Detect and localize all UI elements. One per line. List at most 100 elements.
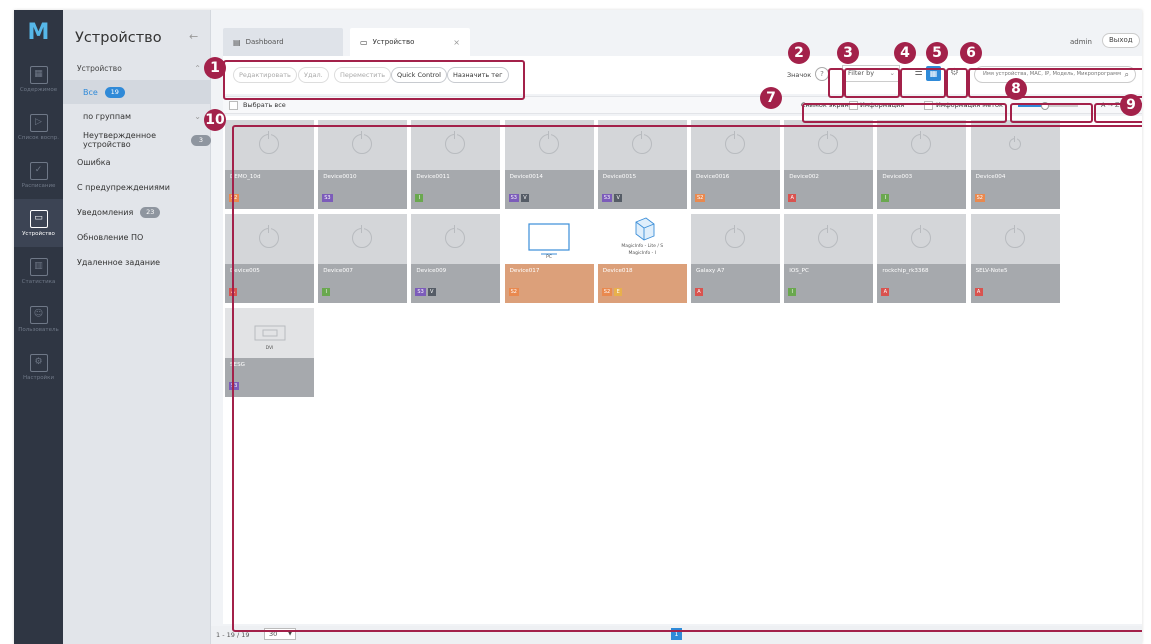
list-view-icon[interactable]: ☰ [911, 66, 926, 81]
sidebar-item-remote-job[interactable]: Удаленное задание [63, 250, 211, 274]
device-tags: A [974, 288, 983, 296]
device-name: Device0016 [696, 174, 730, 180]
device-card[interactable]: Device003 I [877, 120, 967, 209]
sidebar-item-by-group[interactable]: по группам ⌄ [63, 104, 211, 128]
device-card[interactable]: Galaxy A7 A [691, 214, 780, 303]
sort-toggle[interactable]: A → Z [1101, 101, 1119, 109]
device-card[interactable]: Device0014 S3 V [504, 120, 594, 209]
device-card[interactable]: DEMO_10d S2 [225, 120, 314, 209]
search-icon[interactable]: ⌕ [1125, 67, 1129, 82]
device-tags: I [881, 194, 890, 202]
device-card[interactable]: MagicInfo - Lite / S MagicInfo - I Device0… [597, 214, 687, 303]
nav-device[interactable]: ▭ Устройство [14, 199, 63, 247]
page-button[interactable]: 1 [671, 628, 682, 640]
nav-user[interactable]: ☺ Пользователь [14, 295, 63, 343]
sidebar-item-notifications[interactable]: Уведомления 23 [63, 200, 211, 224]
device-type-badge: A [881, 288, 890, 296]
main-panel: ▤ Dashboard ▭ Устройство × admin Выход Реда… [211, 10, 1142, 644]
assign-tag-button[interactable]: Назначить тег [447, 67, 509, 83]
screenshot-checkbox[interactable] [849, 101, 858, 110]
device-icon: ▭ [29, 209, 48, 228]
quick-control-button[interactable]: Quick Control [391, 67, 447, 83]
sidebar-item-device[interactable]: Устройство ⌃ [63, 56, 211, 80]
chevron-down-icon: ⌄ [194, 111, 201, 121]
sidebar-item-error[interactable]: Ошибка [63, 150, 211, 174]
device-card[interactable]: Device004 S2 [970, 120, 1060, 209]
move-button[interactable]: Переместить [334, 67, 392, 83]
callout-number-1: 1 [204, 57, 226, 79]
device-type-badge: A [974, 288, 983, 296]
device-card[interactable]: rockchip_rk3368 A [877, 214, 967, 303]
device-thumbnail [318, 120, 408, 170]
callout-number-2: 2 [788, 42, 810, 64]
device-tags: S2 E [601, 288, 623, 296]
slider-knob[interactable] [1041, 102, 1049, 110]
device-card[interactable]: Device0015 S3 V [597, 120, 687, 209]
device-name: Device003 [882, 174, 913, 180]
collapse-icon[interactable]: ← [189, 30, 198, 43]
callout-number-4: 4 [894, 42, 916, 64]
device-card[interactable]: Device005 A [225, 214, 314, 303]
nav-schedule[interactable]: ✓ Расписание [14, 151, 63, 199]
delete-button[interactable]: Удал. [298, 67, 329, 83]
settings-icon: ⚙ [29, 353, 48, 372]
device-card[interactable]: IOS_PC I [784, 214, 874, 303]
select-all-checkbox[interactable] [229, 101, 238, 110]
edit-button[interactable]: Редактировать [233, 67, 297, 83]
filter-dropdown[interactable]: Filter by ⌄ [842, 65, 900, 82]
device-card[interactable]: Device009 S3 V [411, 214, 501, 303]
search-input[interactable]: Имя устройства, MAC, IP, Модель, Микропр… [974, 66, 1136, 83]
device-thumbnail [691, 120, 780, 170]
sidebar-item-firmware-update[interactable]: Обновление ПО [63, 225, 211, 249]
nav-content[interactable]: ▦ Содержимое [14, 55, 63, 103]
device-type-badge: V [427, 288, 436, 296]
thumbnail-caption: MagicInfo - I [628, 251, 657, 256]
logout-button[interactable]: Выход [1102, 33, 1140, 48]
device-sidebar: Устройство ← Устройство ⌃ Все 19 по группа… [63, 10, 211, 644]
sidebar-title: Устройство [75, 30, 162, 46]
callout-number-8: 8 [1005, 78, 1027, 100]
device-name: Device0015 [602, 174, 637, 180]
device-type-badge: I [415, 194, 424, 202]
device-card[interactable]: Device007 I [318, 214, 408, 303]
help-icon[interactable]: ? [815, 67, 829, 81]
nav-statistics[interactable]: ▥ Статистика [14, 247, 63, 295]
statistics-icon: ▥ [29, 257, 48, 276]
sidebar-item-warnings[interactable]: С предупреждениями [63, 175, 211, 199]
device-card[interactable]: Device002 A [784, 120, 874, 209]
device-name: rockchip_rk3368 [882, 268, 929, 274]
per-page-select[interactable]: 30 ▼ [264, 628, 296, 640]
sidebar-item-all[interactable]: Все 19 [63, 80, 211, 104]
device-type-badge: S2 [695, 194, 706, 202]
device-card[interactable]: Device0010 S3 [318, 120, 408, 209]
info-checkbox[interactable] [924, 101, 933, 110]
device-thumbnail [784, 214, 874, 264]
tab-dashboard[interactable]: ▤ Dashboard [223, 28, 343, 56]
gear-icon[interactable]: ⚙ [950, 67, 959, 78]
device-tags: S3 V [508, 194, 529, 202]
count-badge: 23 [140, 206, 161, 218]
chevron-up-icon: ⌃ [194, 63, 201, 73]
device-type-badge: S2 [601, 288, 613, 296]
device-type-badge: S3 [415, 288, 426, 296]
nav-playlist[interactable]: ▷ Список воспр. [14, 103, 63, 151]
thumbnail-size-slider[interactable] [1018, 102, 1078, 110]
device-name: Device005 [230, 268, 260, 274]
device-card[interactable]: DVI SESG S3 [225, 308, 314, 397]
device-card[interactable]: PC Device017 S2 [504, 214, 594, 303]
power-icon [445, 131, 466, 154]
device-type-badge: I [788, 288, 797, 296]
device-name: Device0011 [416, 174, 450, 180]
sidebar-item-unapproved[interactable]: Неутвержденное устройство 3 [63, 128, 211, 152]
device-thumbnail [225, 120, 314, 170]
power-icon [911, 131, 932, 154]
device-card[interactable]: SELV-Note5 A [970, 214, 1060, 303]
device-card[interactable]: Device0011 I [411, 120, 501, 209]
nav-settings[interactable]: ⚙ Настройки [14, 343, 63, 391]
tab-device[interactable]: ▭ Устройство × [350, 28, 470, 56]
callout-number-3: 3 [837, 42, 859, 64]
power-icon [538, 131, 559, 154]
grid-view-icon[interactable]: ▦ [926, 66, 941, 81]
close-icon[interactable]: × [453, 38, 460, 47]
device-card[interactable]: Device0016 S2 [691, 120, 780, 209]
